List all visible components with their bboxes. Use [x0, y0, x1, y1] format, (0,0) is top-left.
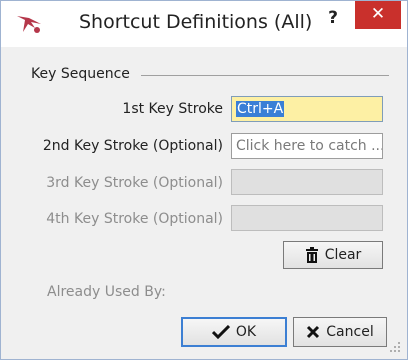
window-title: Shortcut Definitions (All): [79, 11, 313, 33]
dialog-window: Shortcut Definitions (All) ? ✕ Key Seque…: [0, 0, 408, 360]
close-button[interactable]: ✕: [355, 1, 401, 29]
clear-button[interactable]: Clear: [283, 241, 383, 269]
key-stroke-2-label: 2nd Key Stroke (Optional): [42, 138, 223, 154]
app-logo-icon: [17, 16, 41, 33]
trash-can-icon: [305, 247, 318, 263]
key-stroke-3-label: 3rd Key Stroke (Optional): [46, 175, 223, 191]
x-icon: [307, 325, 320, 339]
group-title: Key Sequence: [31, 66, 136, 82]
cancel-button[interactable]: Cancel: [293, 317, 387, 347]
key-stroke-3-field: [231, 169, 383, 195]
help-button[interactable]: ?: [319, 7, 347, 29]
key-stroke-2-placeholder: Click here to catch ...: [236, 138, 383, 154]
key-stroke-1-field[interactable]: Ctrl+A: [231, 96, 383, 122]
key-stroke-4-label: 4th Key Stroke (Optional): [46, 211, 223, 227]
key-stroke-1-value: Ctrl+A: [236, 101, 285, 117]
key-stroke-1-label: 1st Key Stroke: [122, 101, 223, 117]
already-used-by-label: Already Used By:: [47, 284, 166, 300]
group-divider: [141, 75, 389, 76]
key-stroke-2-field[interactable]: Click here to catch ...: [231, 133, 383, 159]
resize-grip-icon[interactable]: [389, 341, 401, 353]
cancel-button-label: Cancel: [326, 324, 374, 340]
clear-button-label: Clear: [324, 247, 362, 263]
ok-button[interactable]: OK: [181, 317, 287, 347]
check-icon: [211, 325, 230, 339]
key-stroke-4-field: [231, 205, 383, 231]
ok-button-label: OK: [235, 324, 257, 340]
title-bar[interactable]: Shortcut Definitions (All) ? ✕: [1, 1, 407, 47]
